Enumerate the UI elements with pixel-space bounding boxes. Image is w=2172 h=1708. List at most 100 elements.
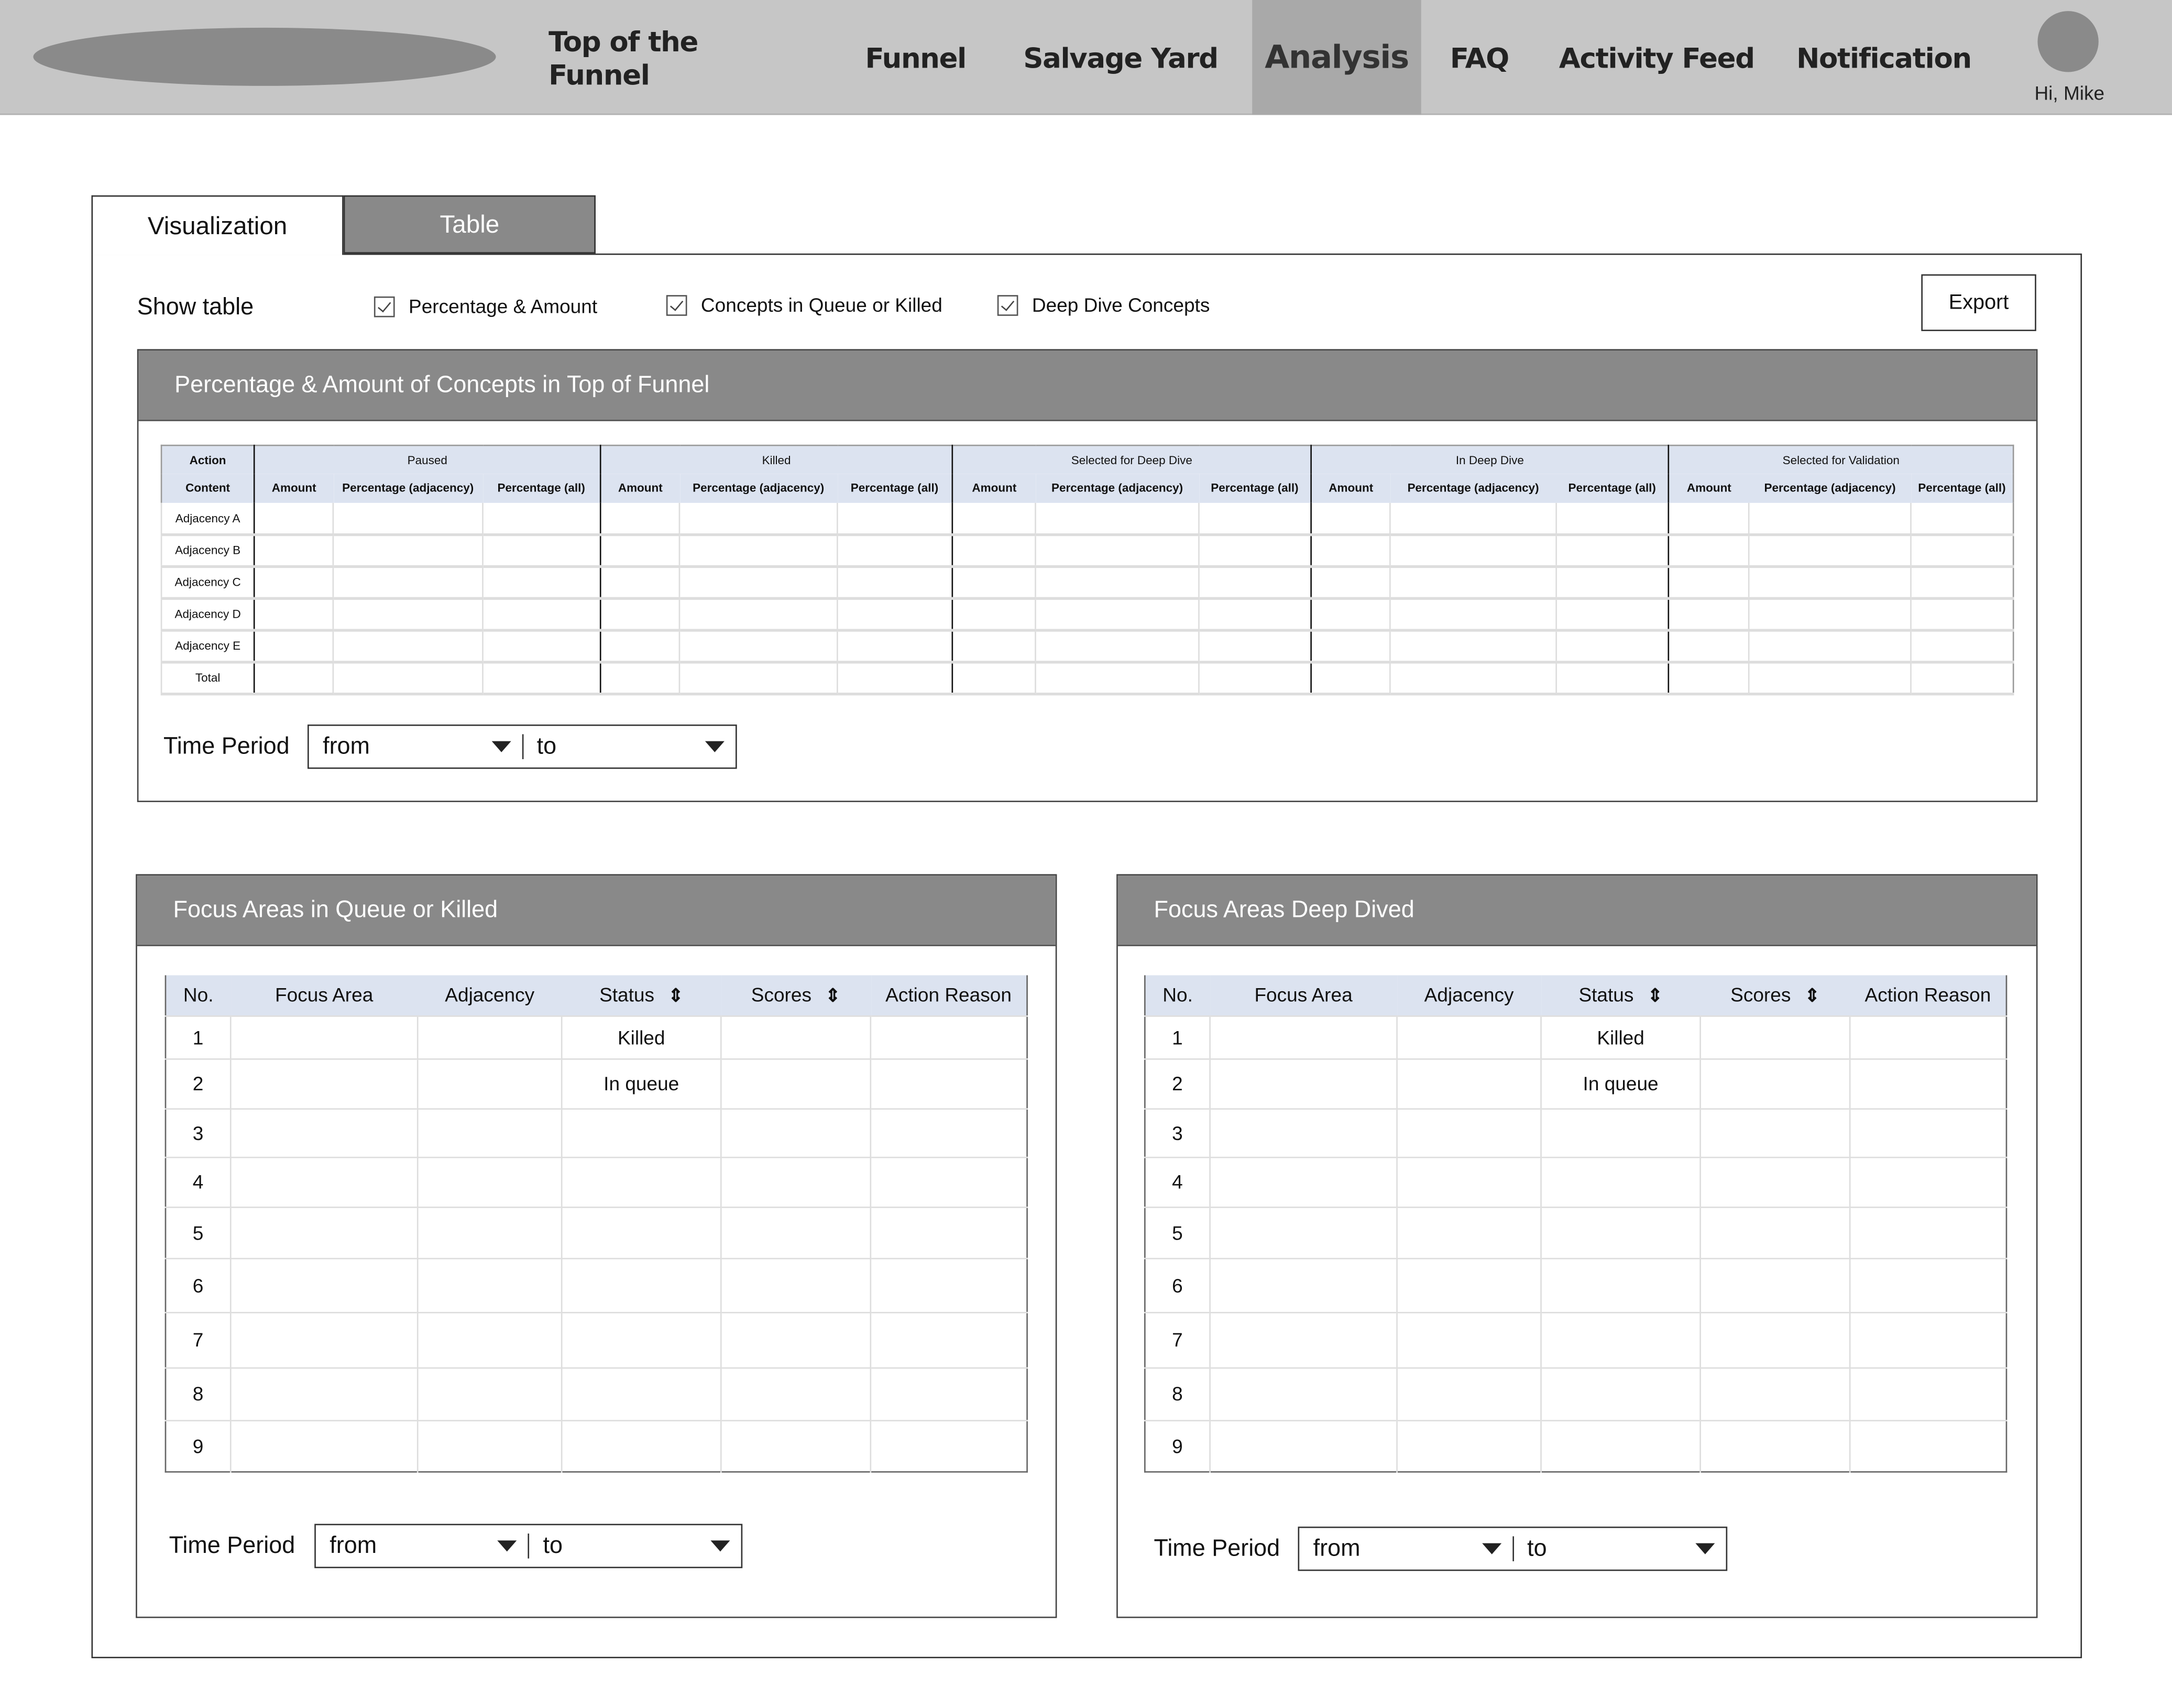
- table-cell[interactable]: [1389, 661, 1556, 695]
- status-cell[interactable]: [561, 1419, 721, 1472]
- table-cell[interactable]: [416, 1156, 562, 1207]
- table-cell[interactable]: [1849, 1156, 2006, 1207]
- table-cell[interactable]: [1396, 1156, 1541, 1207]
- status-cell[interactable]: [1540, 1257, 1701, 1312]
- table-cell[interactable]: [678, 629, 838, 663]
- table-cell[interactable]: [416, 1366, 562, 1420]
- checkbox-checked-icon[interactable]: [666, 294, 687, 315]
- table-cell[interactable]: [1849, 1311, 2006, 1367]
- nav-analysis[interactable]: Analysis: [1252, 0, 1421, 115]
- table-cell[interactable]: [1396, 1311, 1541, 1367]
- table-cell[interactable]: [599, 502, 680, 535]
- to-dropdown[interactable]: to: [529, 1525, 741, 1567]
- row-number[interactable]: 3: [165, 1107, 231, 1157]
- table-cell[interactable]: [720, 1206, 871, 1258]
- table-cell[interactable]: [1668, 661, 1749, 695]
- table-cell[interactable]: [482, 661, 601, 695]
- table-cell[interactable]: [416, 1107, 562, 1157]
- status-cell[interactable]: [561, 1366, 721, 1420]
- table-cell[interactable]: [720, 1156, 871, 1207]
- table-cell[interactable]: [1035, 534, 1199, 567]
- table-cell[interactable]: [253, 629, 333, 663]
- tab-visualization[interactable]: Visualization: [91, 195, 344, 255]
- table-cell[interactable]: [951, 661, 1036, 695]
- status-cell[interactable]: [1540, 1311, 1701, 1367]
- table-cell[interactable]: [332, 566, 483, 599]
- table-cell[interactable]: [1668, 534, 1749, 567]
- status-cell[interactable]: Killed: [561, 1014, 721, 1059]
- table-cell[interactable]: [1699, 1419, 1850, 1472]
- table-cell[interactable]: [1849, 1014, 2006, 1059]
- checkbox-checked-icon[interactable]: [374, 295, 395, 317]
- to-dropdown[interactable]: to: [1513, 1528, 1726, 1569]
- table-cell[interactable]: [599, 566, 680, 599]
- table-cell[interactable]: [870, 1366, 1027, 1420]
- table-cell[interactable]: [1555, 629, 1669, 663]
- row-number[interactable]: 1: [165, 1014, 231, 1059]
- table-cell[interactable]: [1209, 1206, 1397, 1258]
- table-cell[interactable]: [1035, 566, 1199, 599]
- table-cell[interactable]: [1209, 1107, 1397, 1157]
- table-cell[interactable]: [599, 534, 680, 567]
- table-cell[interactable]: [1310, 629, 1390, 663]
- table-cell[interactable]: [332, 534, 483, 567]
- table-cell[interactable]: [720, 1014, 871, 1059]
- avatar[interactable]: [2037, 11, 2099, 72]
- row-number[interactable]: 7: [165, 1311, 231, 1367]
- table-cell[interactable]: [253, 661, 333, 695]
- table-cell[interactable]: [482, 502, 601, 535]
- table-cell[interactable]: [1910, 502, 2014, 535]
- table-cell[interactable]: [332, 597, 483, 631]
- table-cell[interactable]: [870, 1257, 1027, 1312]
- table-cell[interactable]: [332, 629, 483, 663]
- table-cell[interactable]: [599, 629, 680, 663]
- table-cell[interactable]: [678, 597, 838, 631]
- table-cell[interactable]: [720, 1311, 871, 1367]
- table-cell[interactable]: [1668, 566, 1749, 599]
- table-cell[interactable]: [870, 1057, 1027, 1109]
- option-deep-dive[interactable]: Deep Dive Concepts: [997, 294, 1210, 316]
- status-cell[interactable]: In queue: [1540, 1057, 1701, 1109]
- nav-funnel[interactable]: Funnel: [847, 0, 985, 115]
- status-cell[interactable]: [561, 1311, 721, 1367]
- table-cell[interactable]: [1198, 502, 1311, 535]
- table-cell[interactable]: [1389, 534, 1556, 567]
- table-cell[interactable]: [1555, 502, 1669, 535]
- table-cell[interactable]: [1668, 597, 1749, 631]
- table-cell[interactable]: [229, 1419, 418, 1472]
- row-number[interactable]: 3: [1145, 1107, 1210, 1157]
- status-cell[interactable]: [1540, 1206, 1701, 1258]
- table-cell[interactable]: [1198, 629, 1311, 663]
- table-cell[interactable]: [951, 534, 1036, 567]
- column-header[interactable]: Status ⇕: [562, 975, 721, 1016]
- column-header[interactable]: Status ⇕: [1541, 975, 1701, 1016]
- table-cell[interactable]: [720, 1257, 871, 1312]
- row-number[interactable]: 2: [165, 1057, 231, 1109]
- table-cell[interactable]: [951, 629, 1036, 663]
- table-cell[interactable]: [870, 1311, 1027, 1367]
- table-cell[interactable]: [1389, 566, 1556, 599]
- table-cell[interactable]: [678, 502, 838, 535]
- table-cell[interactable]: [1849, 1366, 2006, 1420]
- option-percentage-amount[interactable]: Percentage & Amount: [374, 295, 597, 317]
- table-cell[interactable]: [1198, 661, 1311, 695]
- table-cell[interactable]: [1396, 1107, 1541, 1157]
- table-cell[interactable]: [416, 1311, 562, 1367]
- table-cell[interactable]: [416, 1014, 562, 1059]
- table-cell[interactable]: [1209, 1014, 1397, 1059]
- row-number[interactable]: 7: [1145, 1311, 1210, 1367]
- table-cell[interactable]: [332, 661, 483, 695]
- table-cell[interactable]: [332, 502, 483, 535]
- table-cell[interactable]: [1555, 566, 1669, 599]
- nav-activity-feed[interactable]: Activity Feed: [1551, 0, 1762, 115]
- table-cell[interactable]: [1209, 1156, 1397, 1207]
- table-cell[interactable]: [1849, 1419, 2006, 1472]
- table-cell[interactable]: [1396, 1257, 1541, 1312]
- table-cell[interactable]: [1910, 534, 2014, 567]
- table-cell[interactable]: [1209, 1257, 1397, 1312]
- table-cell[interactable]: [229, 1156, 418, 1207]
- row-number[interactable]: 5: [1145, 1206, 1210, 1258]
- table-cell[interactable]: [482, 534, 601, 567]
- table-cell[interactable]: [678, 566, 838, 599]
- row-number[interactable]: 4: [165, 1156, 231, 1207]
